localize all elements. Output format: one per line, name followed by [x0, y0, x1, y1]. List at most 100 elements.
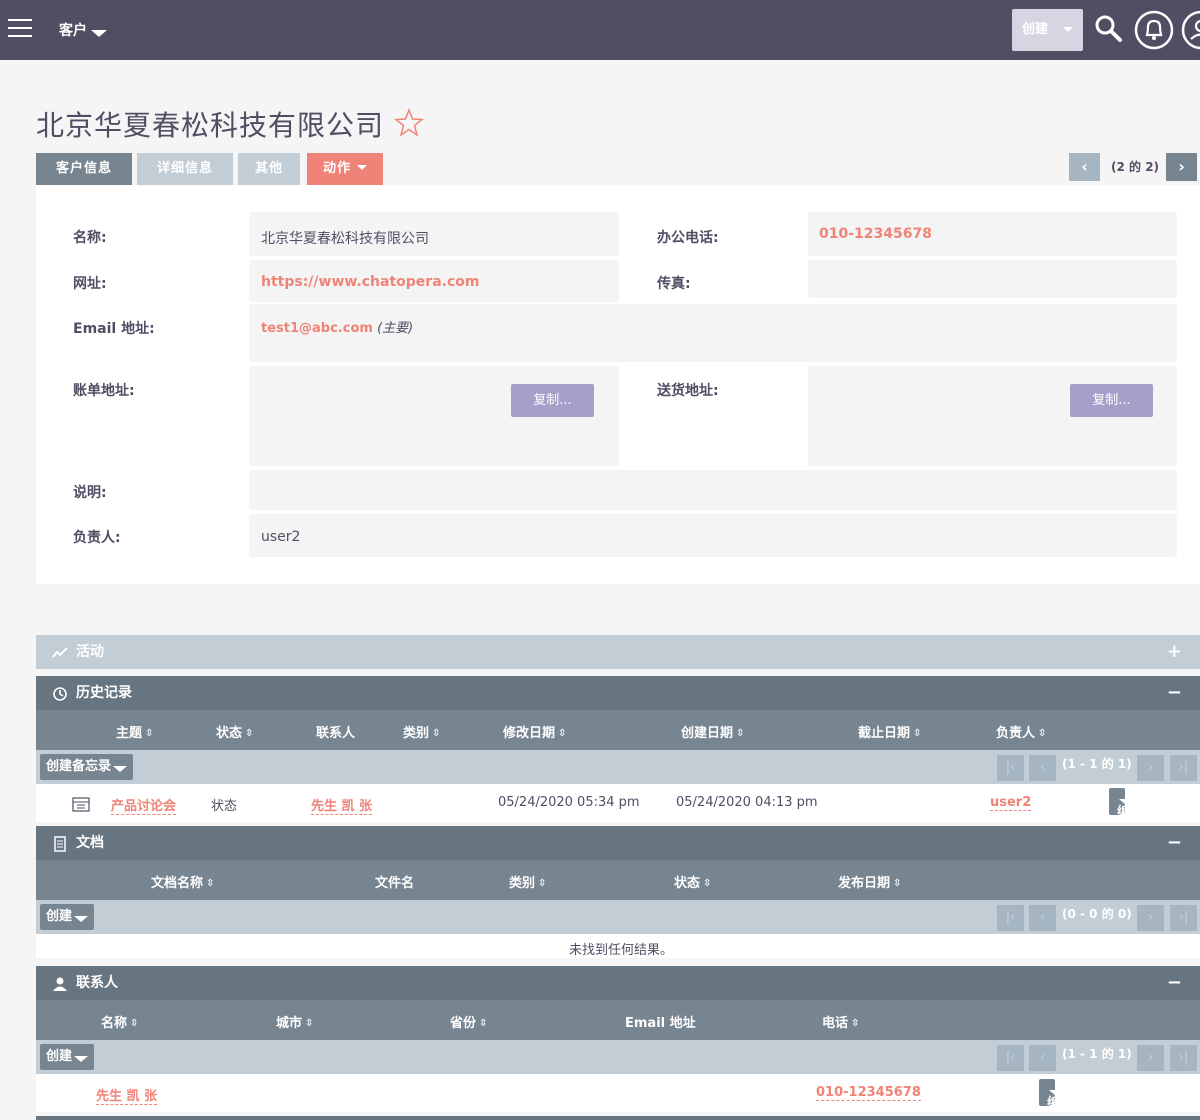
- email-primary-tag: (主要): [377, 321, 414, 336]
- edit-button[interactable]: 编辑: [1039, 1079, 1063, 1111]
- col-created-date[interactable]: 创建日期 ⇳: [681, 722, 744, 741]
- col-document-name[interactable]: 文档名称 ⇳: [151, 872, 214, 891]
- description-label: 说明:: [73, 485, 107, 501]
- history-created-date: 05/24/2020 04:13 pm: [676, 795, 818, 810]
- history-contact-link[interactable]: 先生 凯 张: [311, 795, 373, 815]
- favorite-star-icon[interactable]: [394, 108, 424, 138]
- top-navbar: 客户 创建: [0, 0, 1200, 60]
- create-document-button[interactable]: 创建: [40, 904, 95, 930]
- page-title: 北京华夏春松科技有限公司: [36, 109, 385, 142]
- table-row: 产品讨论会 状态 先生 凯 张 05/24/2020 05:34 pm 05/2…: [36, 784, 1200, 847]
- collapse-toggle[interactable]: −: [1167, 676, 1182, 710]
- copy-billing-button[interactable]: 复制...: [511, 384, 594, 417]
- next-record-button[interactable]: ›: [1166, 153, 1197, 181]
- first-page-button[interactable]: |‹: [997, 1045, 1024, 1071]
- next-page-button[interactable]: ›: [1137, 1045, 1164, 1071]
- col-contact: 联系人: [316, 726, 356, 741]
- prev-record-button[interactable]: ‹: [1069, 153, 1100, 181]
- col-modified-date[interactable]: 修改日期 ⇳: [503, 722, 566, 741]
- no-results-text: 未找到任何结果。: [569, 943, 674, 958]
- history-status: 状态: [211, 799, 238, 814]
- history-pager-text: (1 - 1 的 1): [1062, 757, 1132, 771]
- description-field: [249, 470, 1177, 510]
- last-page-button[interactable]: ›|: [1170, 1045, 1197, 1071]
- col-due-date[interactable]: 截止日期 ⇳: [858, 722, 921, 741]
- prev-page-button[interactable]: ‹: [1029, 905, 1056, 931]
- caret-down-icon: [357, 165, 367, 170]
- name-label: 名称:: [73, 230, 107, 246]
- col-status[interactable]: 状态 ⇳: [216, 722, 253, 741]
- caret-down-icon: [1049, 1090, 1063, 1096]
- documents-column-header: 文档名称 ⇳ 文件名 类别 ⇳ 状态 ⇳ 发布日期 ⇳: [36, 860, 1200, 900]
- collapse-toggle[interactable]: −: [1167, 966, 1182, 1000]
- website-link[interactable]: https://www.chatopera.com: [261, 274, 479, 290]
- document-icon: [54, 836, 66, 852]
- caret-down-icon: [74, 916, 89, 922]
- module-menu-label: 客户: [59, 23, 87, 39]
- email-link[interactable]: test1@abc.com: [261, 321, 373, 336]
- create-contact-button[interactable]: 创建: [40, 1044, 95, 1070]
- last-page-button[interactable]: ›|: [1170, 905, 1197, 931]
- email-value-wrap: test1@abc.com (主要): [261, 317, 413, 336]
- tab-detail-info[interactable]: 详细信息: [137, 153, 233, 185]
- meeting-calendar-icon: [72, 797, 90, 812]
- col-assigned-to[interactable]: 负责人 ⇳: [996, 722, 1046, 741]
- col-subject[interactable]: 主题 ⇳: [116, 722, 153, 741]
- search-icon[interactable]: [1094, 14, 1122, 42]
- history-modified-date: 05/24/2020 05:34 pm: [498, 795, 640, 810]
- office-phone-link[interactable]: 010-12345678: [819, 226, 932, 242]
- next-page-button[interactable]: ›: [1137, 905, 1164, 931]
- create-button[interactable]: 创建: [1012, 9, 1083, 51]
- tab-other[interactable]: 其他: [238, 153, 300, 185]
- activities-subpanel-header[interactable]: 活动 +: [36, 635, 1200, 669]
- office-phone-label: 办公电话:: [657, 230, 719, 246]
- col-file-name: 文件名: [375, 876, 415, 891]
- expand-toggle[interactable]: +: [1167, 635, 1182, 669]
- notification-bell-icon[interactable]: [1133, 9, 1175, 51]
- documents-pager-text: (0 - 0 的 0): [1062, 907, 1132, 921]
- col-doc-category[interactable]: 类别 ⇳: [509, 872, 546, 891]
- contacts-pager-text: (1 - 1 的 1): [1062, 1047, 1132, 1061]
- copy-shipping-button[interactable]: 复制...: [1070, 384, 1153, 417]
- first-page-button[interactable]: |‹: [997, 755, 1024, 781]
- contacts-column-header: 名称 ⇳ 城市 ⇳ 省份 ⇳ Email 地址 电话 ⇳: [36, 1000, 1200, 1040]
- prev-page-button[interactable]: ‹: [1029, 1045, 1056, 1071]
- billing-address-label: 账单地址:: [73, 383, 135, 399]
- first-page-button[interactable]: |‹: [997, 905, 1024, 931]
- create-note-button[interactable]: 创建备忘录: [40, 754, 134, 780]
- history-subpanel-header[interactable]: 历史记录 −: [36, 676, 1200, 710]
- actions-dropdown[interactable]: 动作: [307, 153, 383, 185]
- col-publish-date[interactable]: 发布日期 ⇳: [838, 872, 901, 891]
- documents-subpanel-header[interactable]: 文档 −: [36, 826, 1200, 860]
- history-assigned-link[interactable]: user2: [990, 795, 1032, 811]
- next-subpanel-header-edge: [36, 1116, 1200, 1120]
- last-page-button[interactable]: ›|: [1170, 755, 1197, 781]
- col-province[interactable]: 省份 ⇳: [450, 1012, 487, 1031]
- hamburger-menu-icon[interactable]: [8, 19, 32, 39]
- col-phone[interactable]: 电话 ⇳: [822, 1012, 859, 1031]
- documents-toolbar: 创建 |‹ ‹ (0 - 0 的 0) › ›|: [36, 900, 1200, 934]
- history-column-header: 主题 ⇳ 状态 ⇳ 联系人 类别 ⇳ 修改日期 ⇳ 创建日期 ⇳ 截止日期 ⇳ 负责人 ⇳: [36, 710, 1200, 750]
- history-subject-link[interactable]: 产品讨论会: [111, 795, 177, 815]
- module-menu[interactable]: 客户: [59, 20, 107, 40]
- table-row: 先生 凯 张 010-12345678 编辑: [36, 1074, 1200, 1112]
- col-contact-name[interactable]: 名称 ⇳: [101, 1012, 138, 1031]
- tab-account-info[interactable]: 客户信息: [36, 153, 132, 185]
- prev-page-button[interactable]: ‹: [1029, 755, 1056, 781]
- actions-label: 动作: [322, 161, 351, 176]
- contact-name-link[interactable]: 先生 凯 张: [96, 1085, 158, 1105]
- col-city[interactable]: 城市 ⇳: [276, 1012, 313, 1031]
- contacts-subpanel-header[interactable]: 联系人 −: [36, 966, 1200, 1000]
- user-profile-icon[interactable]: [1180, 9, 1200, 51]
- assigned-to-field: [249, 514, 1177, 557]
- fax-field: [808, 260, 1177, 298]
- collapse-toggle[interactable]: −: [1167, 826, 1182, 860]
- col-doc-status[interactable]: 状态 ⇳: [674, 872, 711, 891]
- contacts-toolbar: 创建 |‹ ‹ (1 - 1 的 1) › ›|: [36, 1040, 1200, 1074]
- activity-chart-icon: [52, 647, 68, 658]
- edit-button[interactable]: 编辑: [1109, 788, 1133, 847]
- person-icon: [53, 977, 67, 991]
- col-category[interactable]: 类别 ⇳: [403, 722, 440, 741]
- contact-phone-link[interactable]: 010-12345678: [816, 1085, 921, 1101]
- next-page-button[interactable]: ›: [1137, 755, 1164, 781]
